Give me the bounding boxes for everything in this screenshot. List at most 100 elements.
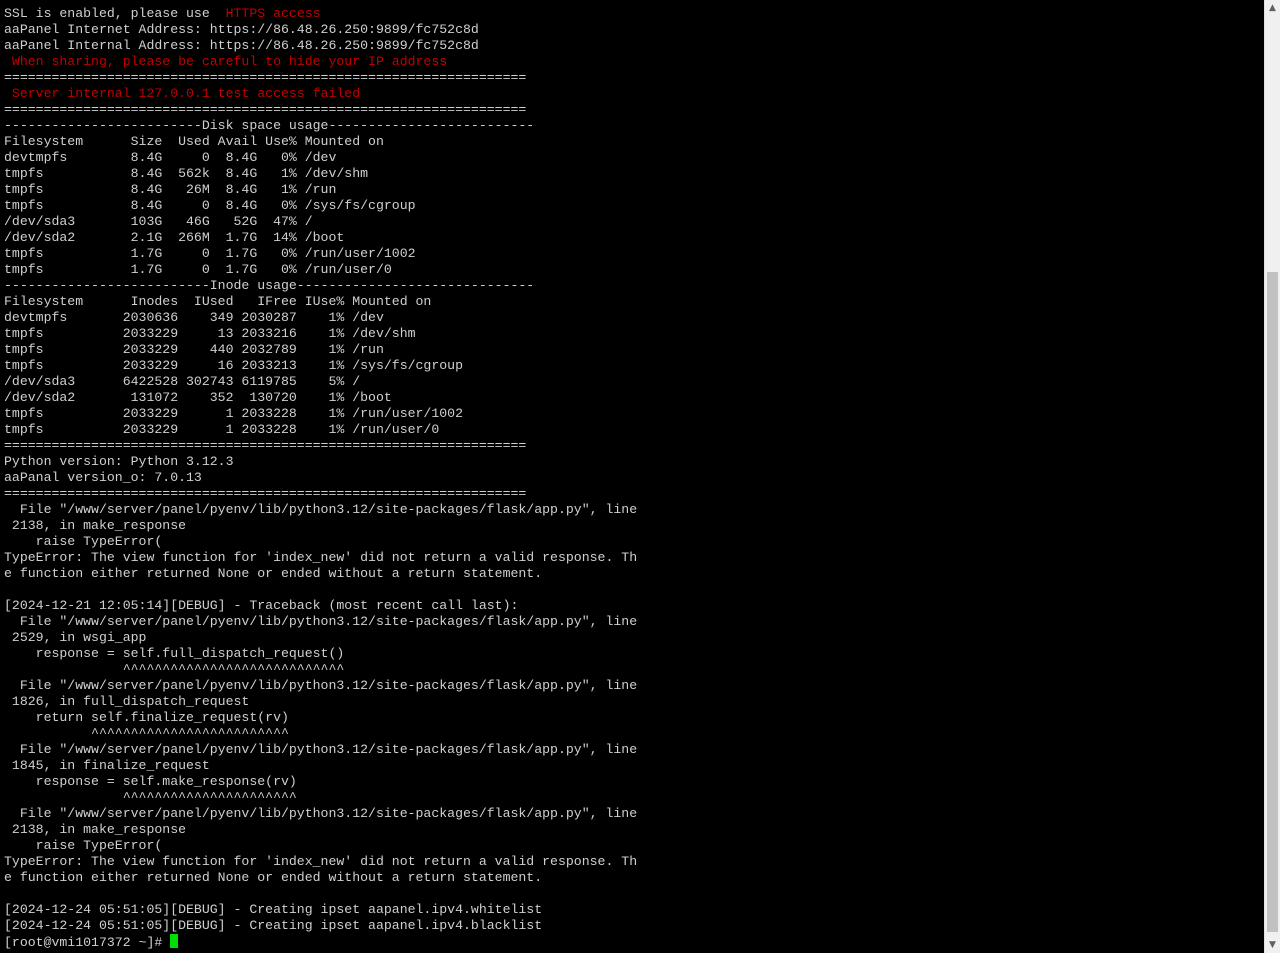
terminal-line: File "/www/server/panel/pyenv/lib/python… [4, 678, 637, 694]
terminal-line: ========================================… [4, 486, 637, 502]
scroll-up-icon[interactable]: ▲ [1265, 0, 1280, 16]
terminal-line: /dev/sda2 131072 352 130720 1% /boot [4, 390, 637, 406]
terminal-line: File "/www/server/panel/pyenv/lib/python… [4, 806, 637, 822]
terminal-line: TypeError: The view function for 'index_… [4, 854, 637, 870]
line-text: tmpfs 2033229 1 2033228 1% /run/user/0 [4, 422, 440, 437]
line-text: /dev/sda2 131072 352 130720 1% /boot [4, 390, 392, 405]
line-text: raise TypeError( [4, 838, 163, 853]
terminal-line: /dev/sda3 6422528 302743 6119785 5% / [4, 374, 637, 390]
terminal-line: 1826, in full_dispatch_request [4, 694, 637, 710]
line-text: File "/www/server/panel/pyenv/lib/python… [4, 502, 638, 517]
terminal-line: aaPanel Internal Address: https://86.48.… [4, 38, 637, 54]
terminal-line: 2138, in make_response [4, 518, 637, 534]
line-text: Python version: Python 3.12.3 [4, 454, 234, 469]
line-text: File "/www/server/panel/pyenv/lib/python… [4, 806, 638, 821]
terminal-line: aaPanel Internet Address: https://86.48.… [4, 22, 637, 38]
line-text: 2529, in wsgi_app [4, 630, 147, 645]
line-text: tmpfs 2033229 1 2033228 1% /run/user/100… [4, 406, 463, 421]
terminal-line: Filesystem Size Used Avail Use% Mounted … [4, 134, 637, 150]
line-text: tmpfs 8.4G 562k 8.4G 1% /dev/shm [4, 166, 369, 181]
line-text: [2024-12-24 05:51:05][DEBUG] - Creating … [4, 918, 543, 933]
line-text: 2138, in make_response [4, 822, 187, 837]
warning-text: HTTPS access [225, 6, 321, 21]
line-text: aaPanal version_o: 7.0.13 [4, 470, 202, 485]
line-text: ^^^^^^^^^^^^^^^^^^^^^^ [4, 790, 297, 805]
terminal-line: 1845, in finalize_request [4, 758, 637, 774]
terminal-line: e function either returned None or ended… [4, 870, 637, 886]
line-text: response = self.full_dispatch_request() [4, 646, 345, 661]
terminal-line: raise TypeError( [4, 534, 637, 550]
line-text: /dev/sda3 6422528 302743 6119785 5% / [4, 374, 361, 389]
terminal-line: File "/www/server/panel/pyenv/lib/python… [4, 502, 637, 518]
line-text: File "/www/server/panel/pyenv/lib/python… [4, 614, 638, 629]
line-text: tmpfs 1.7G 0 1.7G 0% /run/user/0 [4, 262, 392, 277]
scrollbar-thumb[interactable] [1267, 272, 1278, 932]
line-text: /dev/sda3 103G 46G 52G 47% / [4, 214, 313, 229]
terminal-line: e function either returned None or ended… [4, 566, 637, 582]
terminal-line: tmpfs 2033229 1 2033228 1% /run/user/100… [4, 406, 637, 422]
terminal-line: response = self.make_response(rv) [4, 774, 637, 790]
line-text: 1845, in finalize_request [4, 758, 210, 773]
line-text: ========================================… [4, 102, 527, 117]
line-text: File "/www/server/panel/pyenv/lib/python… [4, 678, 638, 693]
line-text: ^^^^^^^^^^^^^^^^^^^^^^^^^^^^ [4, 662, 345, 677]
warning-text: Server internal 127.0.0.1 test access fa… [4, 86, 361, 101]
line-text: ^^^^^^^^^^^^^^^^^^^^^^^^^ [4, 726, 289, 741]
terminal-line: tmpfs 2033229 13 2033216 1% /dev/shm [4, 326, 637, 342]
line-text: TypeError: The view function for 'index_… [4, 854, 638, 869]
text-cursor [170, 934, 179, 948]
terminal-output: SSL is enabled, please use HTTPS access a… [4, 6, 637, 950]
terminal-line: Filesystem Inodes IUsed IFree IUse% Moun… [4, 294, 637, 310]
line-text: devtmpfs 2030636 349 2030287 1% /dev [4, 310, 384, 325]
terminal-line: [2024-12-24 05:51:05][DEBUG] - Creating … [4, 902, 637, 918]
terminal-line: aaPanal version_o: 7.0.13 [4, 470, 637, 486]
terminal-line: --------------------------Inode usage---… [4, 278, 637, 294]
line-text: 2138, in make_response [4, 518, 187, 533]
line-text: tmpfs 2033229 16 2033213 1% /sys/fs/cgro… [4, 358, 463, 373]
line-text: return self.finalize_request(rv) [4, 710, 289, 725]
terminal-line: tmpfs 1.7G 0 1.7G 0% /run/user/0 [4, 262, 637, 278]
line-text: [2024-12-24 05:51:05][DEBUG] - Creating … [4, 902, 543, 917]
warning-text: When sharing, please be careful to hide … [4, 54, 448, 69]
line-text: ========================================… [4, 70, 527, 85]
terminal-line: ========================================… [4, 70, 637, 86]
prompt-line[interactable]: [root@vmi1017372 ~]# [4, 934, 637, 950]
terminal-line: ========================================… [4, 438, 637, 454]
terminal-line: ^^^^^^^^^^^^^^^^^^^^^^^^^ [4, 726, 637, 742]
line-text: Filesystem Size Used Avail Use% Mounted … [4, 134, 384, 149]
line-text: aaPanel Internet Address: https://86.48.… [4, 22, 479, 37]
terminal-line: raise TypeError( [4, 838, 637, 854]
terminal-line: 2529, in wsgi_app [4, 630, 637, 646]
terminal-line: devtmpfs 2030636 349 2030287 1% /dev [4, 310, 637, 326]
terminal-line: /dev/sda2 2.1G 266M 1.7G 14% /boot [4, 230, 637, 246]
line-text: TypeError: The view function for 'index_… [4, 550, 638, 565]
terminal-line: [2024-12-24 05:51:05][DEBUG] - Creating … [4, 918, 637, 934]
terminal-line: When sharing, please be careful to hide … [4, 54, 637, 70]
terminal-line: return self.finalize_request(rv) [4, 710, 637, 726]
line-text: 1826, in full_dispatch_request [4, 694, 250, 709]
line-text: ========================================… [4, 486, 527, 501]
line-text: devtmpfs 8.4G 0 8.4G 0% /dev [4, 150, 337, 165]
terminal-line: SSL is enabled, please use HTTPS access [4, 6, 637, 22]
terminal-line: devtmpfs 8.4G 0 8.4G 0% /dev [4, 150, 637, 166]
shell-prompt: [root@vmi1017372 ~]# [4, 935, 171, 950]
line-text: tmpfs 1.7G 0 1.7G 0% /run/user/1002 [4, 246, 416, 261]
terminal-line: tmpfs 1.7G 0 1.7G 0% /run/user/1002 [4, 246, 637, 262]
line-text: tmpfs 2033229 440 2032789 1% /run [4, 342, 384, 357]
terminal-line: tmpfs 8.4G 0 8.4G 0% /sys/fs/cgroup [4, 198, 637, 214]
terminal-line: tmpfs 2033229 16 2033213 1% /sys/fs/cgro… [4, 358, 637, 374]
vertical-scrollbar[interactable]: ▲ ▼ [1264, 0, 1280, 953]
terminal-window[interactable]: SSL is enabled, please use HTTPS access a… [0, 0, 1264, 953]
line-text: SSL is enabled, please use [4, 6, 226, 21]
line-text: [2024-12-21 12:05:14][DEBUG] - Traceback… [4, 598, 519, 613]
terminal-line: tmpfs 8.4G 26M 8.4G 1% /run [4, 182, 637, 198]
line-text: Filesystem Inodes IUsed IFree IUse% Moun… [4, 294, 432, 309]
terminal-line: response = self.full_dispatch_request() [4, 646, 637, 662]
line-text: ========================================… [4, 438, 527, 453]
terminal-line: tmpfs 2033229 1 2033228 1% /run/user/0 [4, 422, 637, 438]
terminal-line: -------------------------Disk space usag… [4, 118, 637, 134]
scroll-down-icon[interactable]: ▼ [1265, 937, 1280, 953]
line-text: response = self.make_response(rv) [4, 774, 297, 789]
terminal-line: File "/www/server/panel/pyenv/lib/python… [4, 614, 637, 630]
